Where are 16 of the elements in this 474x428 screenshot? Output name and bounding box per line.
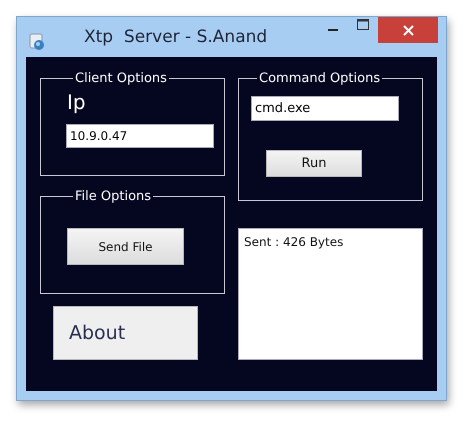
window-title: Xtp Server - S.Anand bbox=[84, 27, 268, 47]
close-button[interactable] bbox=[378, 17, 438, 43]
ip-label: Ip bbox=[67, 90, 87, 114]
about-button[interactable]: About bbox=[53, 306, 198, 360]
group-label: File Options bbox=[74, 189, 152, 204]
maximize-icon bbox=[357, 18, 369, 30]
send-file-button[interactable]: Send File bbox=[67, 228, 184, 265]
minimize-icon bbox=[328, 28, 338, 32]
command-field[interactable]: cmd.exe bbox=[251, 96, 399, 121]
ip-field[interactable]: 10.9.0.47 bbox=[66, 124, 214, 148]
run-button[interactable]: Run bbox=[266, 150, 362, 177]
group-label: Client Options bbox=[74, 71, 168, 86]
close-icon bbox=[402, 24, 414, 36]
output-text: Sent : 426 Bytes bbox=[244, 235, 344, 249]
group-label: Command Options bbox=[258, 71, 382, 86]
app-icon bbox=[29, 33, 45, 51]
